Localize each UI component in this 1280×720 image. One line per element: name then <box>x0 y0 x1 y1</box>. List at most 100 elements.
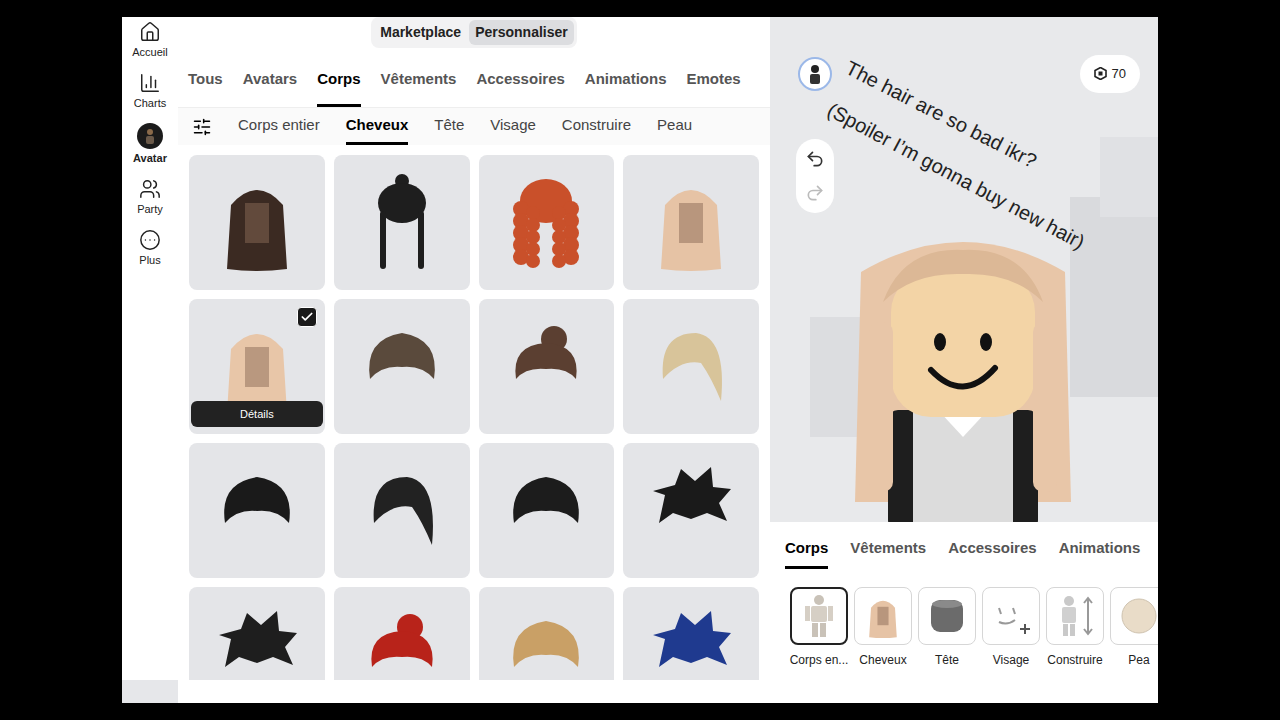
hair-icon <box>641 605 741 681</box>
hair-icon <box>860 593 906 639</box>
sub-tab[interactable]: Construire <box>562 114 631 146</box>
mode-button[interactable]: Marketplace <box>374 20 467 45</box>
hair-icon <box>641 461 741 561</box>
sidebar-item[interactable]: Accueil <box>132 21 167 59</box>
hair-card[interactable] <box>479 155 615 290</box>
hair-icon <box>641 173 741 273</box>
sub-tab[interactable]: Tête <box>434 114 464 146</box>
sub-tab[interactable]: Corps entier <box>238 114 320 146</box>
sub-tab[interactable]: Peau <box>657 114 692 146</box>
hair-icon <box>641 317 741 417</box>
category-tabs: Tous Avatars Corps Vêtements Accessoires Anim… <box>178 55 770 108</box>
details-button[interactable]: Détails <box>191 401 323 428</box>
history-controls <box>796 139 834 213</box>
avatar-figure-icon <box>843 232 1083 522</box>
hair-card[interactable] <box>334 443 470 578</box>
category-tab[interactable]: Corps <box>317 68 360 108</box>
hair-icon <box>496 173 596 273</box>
equipped-tab[interactable]: Corps <box>785 537 828 569</box>
avatar-thumbnail[interactable] <box>798 57 832 91</box>
catalog-panel: MarketplacePersonnaliserTousAvatarsCorps… <box>178 17 770 680</box>
hair-icon <box>207 605 307 681</box>
category-tab[interactable]: Tous <box>188 68 223 108</box>
filter-icon <box>192 117 212 137</box>
equipped-items: Corps en...CheveuxTêteVisageConstruirePe… <box>785 569 1158 669</box>
equipped-tab[interactable]: Vêtements <box>850 537 926 569</box>
hair-icon <box>496 317 596 417</box>
equipped-item[interactable]: Visage <box>982 587 1040 669</box>
sidebar-item[interactable]: Avatar <box>133 123 167 165</box>
sub-tab[interactable]: Cheveux <box>346 114 409 146</box>
sidebar: Accueil Charts Avatar Party Plus <box>122 17 178 680</box>
hair-card[interactable] <box>479 299 615 434</box>
hair-card[interactable] <box>334 155 470 290</box>
app-window: AccueilChartsAvatarPartyPlusMarketplaceP… <box>122 17 1158 703</box>
hair-card[interactable] <box>189 587 325 680</box>
hair-icon <box>207 461 307 561</box>
hair-icon <box>352 605 452 681</box>
equipped-item[interactable]: Tête <box>918 587 976 669</box>
hair-card[interactable] <box>334 299 470 434</box>
preview-column: 70The hair are so bad ikr?(Spoiler I’m g… <box>770 17 1158 680</box>
hair-card[interactable] <box>189 155 325 290</box>
robux-icon <box>1094 67 1107 80</box>
hair-card[interactable] <box>623 299 759 434</box>
avatar-scene: 70The hair are so bad ikr?(Spoiler I’m g… <box>770 17 1158 522</box>
robux-badge[interactable]: 70 <box>1080 55 1140 93</box>
avatar-figure <box>843 232 1083 522</box>
skin-icon <box>1119 596 1158 636</box>
equipped-item[interactable]: Corps en... <box>790 587 848 669</box>
home-icon <box>139 21 161 43</box>
hair-icon <box>207 173 307 273</box>
avatar-icon <box>137 123 163 149</box>
selected-check <box>297 307 317 327</box>
hair-card[interactable] <box>623 587 759 680</box>
check-icon <box>300 310 314 324</box>
party-icon <box>139 178 161 200</box>
hair-card[interactable] <box>623 443 759 578</box>
category-tab[interactable]: Vêtements <box>381 68 457 108</box>
head-icon <box>927 596 967 636</box>
face-icon <box>989 596 1033 636</box>
bottom-strip <box>122 680 1158 703</box>
equipped-item[interactable]: Construire <box>1046 587 1104 669</box>
mode-toggle: MarketplacePersonnaliser <box>371 17 577 48</box>
hair-card[interactable] <box>479 443 615 578</box>
hair-icon <box>496 461 596 561</box>
category-tab[interactable]: Accessoires <box>476 68 564 108</box>
equipped-panel: CorpsVêtementsAccessoiresAnimationsCorps… <box>770 522 1158 680</box>
hair-grid: Détails <box>178 145 770 680</box>
hair-icon <box>352 173 452 273</box>
sub-tabs: Corps entier Cheveux Tête Visage Construire P… <box>178 108 770 145</box>
sub-tab[interactable]: Visage <box>490 114 536 146</box>
category-tab[interactable]: Emotes <box>687 68 741 108</box>
body-icon <box>802 594 836 638</box>
hair-card[interactable] <box>479 587 615 680</box>
sidebar-item[interactable]: Plus <box>139 229 161 267</box>
equipped-item[interactable]: Cheveux <box>854 587 912 669</box>
category-tab[interactable]: Avatars <box>243 68 297 108</box>
scene-block <box>1100 137 1158 217</box>
equipped-item[interactable]: Pea <box>1110 587 1158 669</box>
filter-button[interactable] <box>192 117 212 145</box>
hair-card[interactable] <box>189 443 325 578</box>
top-bar: MarketplacePersonnaliser <box>178 17 770 55</box>
sidebar-item[interactable]: Charts <box>134 72 166 110</box>
undo-icon[interactable] <box>805 149 825 169</box>
category-tab[interactable]: Animations <box>585 68 667 108</box>
avatar-mini-icon <box>808 64 822 84</box>
redo-icon[interactable] <box>805 183 825 203</box>
equipped-tab[interactable]: Accessoires <box>948 537 1036 569</box>
hair-card[interactable] <box>334 587 470 680</box>
chart-icon <box>139 72 161 94</box>
hair-card[interactable] <box>623 155 759 290</box>
hair-icon <box>496 605 596 681</box>
screen: AccueilChartsAvatarPartyPlusMarketplaceP… <box>0 0 1280 720</box>
more-icon <box>139 229 161 251</box>
hair-card[interactable]: Détails <box>189 299 325 434</box>
equipped-tab[interactable]: Animations <box>1059 537 1141 569</box>
sidebar-item[interactable]: Party <box>137 178 163 216</box>
mode-button[interactable]: Personnaliser <box>469 20 574 45</box>
hair-icon <box>352 461 452 561</box>
bottom-corner <box>122 680 178 703</box>
